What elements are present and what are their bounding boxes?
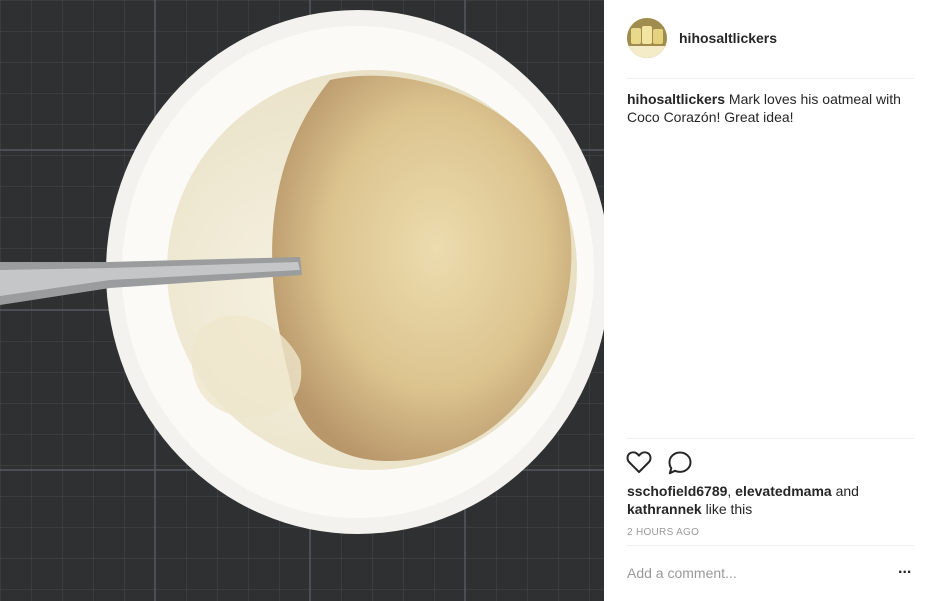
post-caption: hihosaltlickers Mark loves his oatmeal w…: [627, 90, 919, 126]
avatar-image: [627, 18, 667, 58]
actions-divider: [627, 438, 914, 439]
comment-icon[interactable]: [667, 450, 693, 476]
post-details-panel: hihosaltlickers hihosaltlickers Mark lov…: [604, 0, 938, 601]
likes-suffix: like this: [701, 501, 753, 517]
liker-sschofield6789[interactable]: sschofield6789: [627, 483, 727, 499]
post-photo[interactable]: [0, 0, 604, 601]
comment-input[interactable]: [627, 562, 877, 584]
post-timestamp[interactable]: 2 HOURS AGO: [627, 527, 699, 538]
post-username[interactable]: hihosaltlickers: [679, 30, 777, 46]
comment-divider: [627, 545, 914, 546]
caption-username[interactable]: hihosaltlickers: [627, 91, 725, 107]
liker-kathrannek[interactable]: kathrannek: [627, 501, 702, 517]
oatmeal-bowl-image: [0, 0, 604, 601]
avatar[interactable]: [627, 18, 667, 58]
heart-icon[interactable]: [626, 450, 652, 474]
liker-elevatedmama[interactable]: elevatedmama: [735, 483, 832, 499]
more-options-icon[interactable]: ...: [898, 561, 916, 581]
likes-and: and: [831, 483, 859, 499]
likes-separator: ,: [727, 483, 736, 499]
likes-summary: sschofield6789, elevatedmama and kathrann…: [627, 482, 917, 518]
post-header: hihosaltlickers: [627, 18, 914, 79]
